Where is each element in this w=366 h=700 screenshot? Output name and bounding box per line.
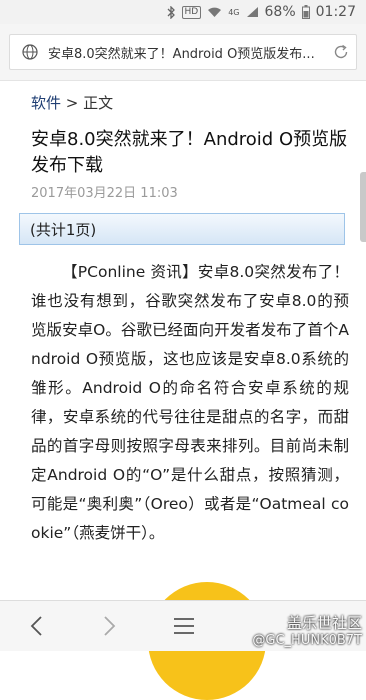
globe-icon — [16, 44, 44, 60]
url-text[interactable]: 安卓8.0突然就来了！Android O预览版发布... — [48, 43, 326, 62]
scroll-indicator[interactable] — [360, 172, 366, 242]
status-bar: HD 4G 68% 01:27 — [0, 0, 366, 24]
article-title: 安卓8.0突然就来了！Android O预览版发布下载 — [31, 129, 348, 176]
breadcrumb-separator: > — [61, 94, 84, 112]
browser-toolbar: 安卓8.0突然就来了！Android O预览版发布... — [0, 24, 366, 81]
breadcrumb-current: 正文 — [83, 94, 114, 112]
breadcrumb: 软件 > 正文 — [31, 92, 113, 113]
signal-icon — [246, 6, 259, 18]
reload-icon[interactable] — [326, 43, 356, 61]
article-body: 【PConline 资讯】安卓8.0突然发布了！谁也没有想到，谷歌突然发布了安卓… — [31, 263, 349, 542]
breadcrumb-software-link[interactable]: 软件 — [31, 94, 61, 112]
menu-icon[interactable] — [170, 613, 198, 639]
forward-icon[interactable] — [96, 613, 124, 639]
article-date: 2017年03月22日 11:03 — [31, 186, 178, 201]
watermark: 盖乐世社区 @GC_HUNK0B7T — [252, 612, 362, 648]
page-count-text: (共计1页) — [30, 220, 97, 239]
watermark-site: 盖乐世社区 — [286, 614, 362, 632]
battery-percent: 68% — [264, 4, 296, 20]
network-type: 4G — [228, 7, 240, 17]
watermark-user: @GC_HUNK0B7T — [252, 633, 362, 648]
bluetooth-icon — [166, 5, 176, 19]
wifi-icon — [207, 6, 222, 18]
clock: 01:27 — [315, 4, 356, 20]
back-icon[interactable] — [22, 613, 50, 639]
bottom-toolbar: 盖乐世社区 @GC_HUNK0B7T — [0, 600, 366, 651]
hd-badge: HD — [181, 5, 202, 19]
address-bar[interactable]: 安卓8.0突然就来了！Android O预览版发布... — [9, 34, 357, 70]
page-count-bar: (共计1页) — [19, 213, 345, 245]
battery-icon — [301, 5, 310, 19]
